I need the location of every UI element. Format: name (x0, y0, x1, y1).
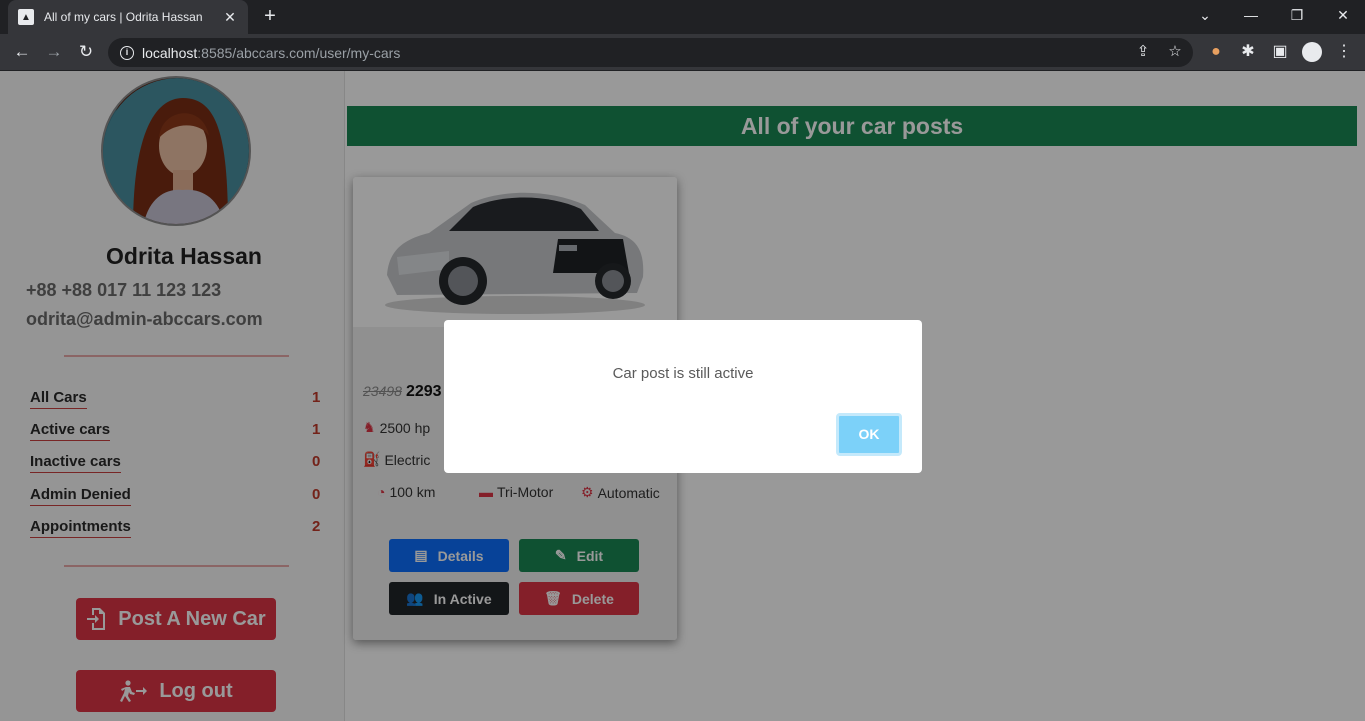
url-path: :8585/abccars.com/user/my-cars (197, 44, 401, 61)
bookmark-star-icon[interactable]: ☆ (1163, 40, 1187, 64)
back-arrow-icon[interactable]: ← (8, 38, 36, 66)
side-panel-icon[interactable]: ▣ (1266, 38, 1294, 66)
browser-tab-strip: ▲ All of my cars | Odrita Hassan ✕ + ⌄ —… (0, 0, 1365, 34)
restore-window-icon[interactable]: ❐ (1274, 0, 1320, 30)
site-info-icon[interactable]: i (120, 45, 134, 60)
minimize-window-icon[interactable]: — (1228, 0, 1274, 30)
extensions-puzzle-icon[interactable]: ✱ (1234, 38, 1262, 66)
close-tab-icon[interactable]: ✕ (222, 9, 238, 26)
close-window-icon[interactable]: ✕ (1320, 0, 1365, 30)
profile-avatar-icon[interactable] (1302, 42, 1322, 62)
tab-title: All of my cars | Odrita Hassan (44, 10, 203, 24)
cookie-extension-icon[interactable]: ● (1202, 38, 1230, 66)
forward-arrow-icon[interactable]: → (40, 38, 68, 66)
browser-tab[interactable]: ▲ All of my cars | Odrita Hassan ✕ (8, 0, 248, 34)
browser-toolbar: ← → ↻ i localhost:8585/abccars.com/user/… (0, 34, 1365, 71)
ok-button[interactable]: OK (836, 413, 902, 456)
alert-dialog: Car post is still active OK (444, 320, 922, 473)
tab-search-chevron-icon[interactable]: ⌄ (1182, 0, 1228, 30)
new-tab-plus-icon[interactable]: + (258, 4, 282, 28)
alert-message: Car post is still active (612, 365, 754, 382)
reload-icon[interactable]: ↻ (72, 38, 100, 66)
address-bar[interactable]: i localhost:8585/abccars.com/user/my-car… (108, 38, 1193, 67)
url-host: localhost (142, 44, 198, 61)
share-icon[interactable]: ⇪ (1131, 40, 1155, 64)
site-favicon-icon: ▲ (18, 9, 34, 25)
browser-menu-icon[interactable]: ⋮ (1330, 38, 1358, 66)
